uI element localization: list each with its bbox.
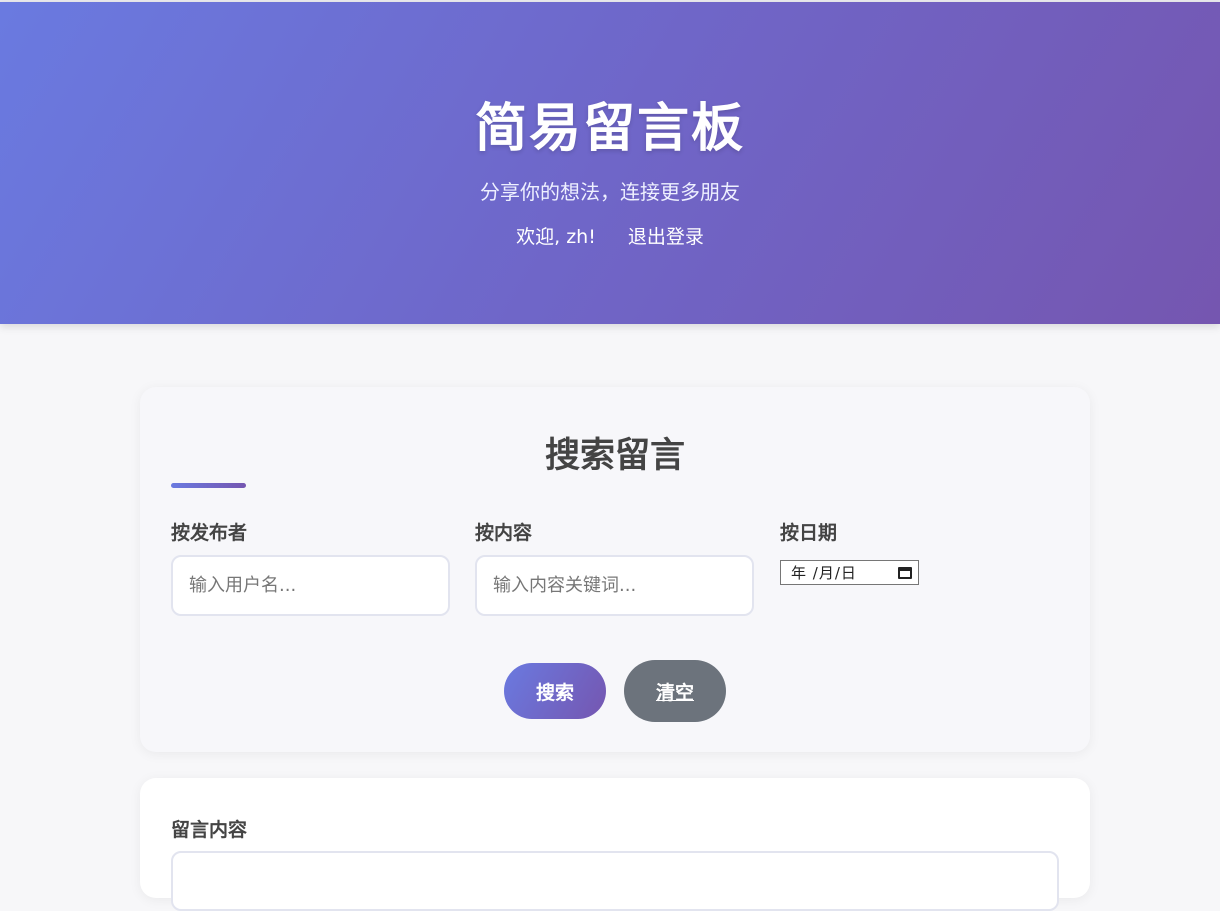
date-placeholder: 年 /月/日 (791, 564, 857, 582)
search-title: 搜索留言 (544, 436, 685, 476)
page-header: 简易留言板 分享你的想法，连接更多朋友 欢迎, zh! 退出登录 (0, 2, 1220, 324)
user-bar: 欢迎, zh! 退出登录 (0, 222, 1220, 249)
site-subtitle: 分享你的想法，连接更多朋友 (480, 180, 740, 204)
date-label: 按日期 (780, 522, 838, 544)
author-label: 按发布者 (171, 522, 248, 544)
title-underline (171, 483, 246, 488)
message-content-label: 留言内容 (171, 819, 248, 841)
author-search-input[interactable] (171, 555, 450, 616)
message-content-textarea[interactable] (171, 851, 1059, 911)
content-search-input[interactable] (475, 555, 754, 616)
clear-button[interactable]: 清空 (624, 660, 726, 722)
search-card: 搜索留言 按发布者 按内容 按日期 年 /月/日 搜索 清空 (140, 387, 1090, 752)
message-form-card: 留言内容 (140, 778, 1090, 911)
date-picker-input[interactable]: 年 /月/日 (780, 560, 919, 585)
search-button[interactable]: 搜索 (504, 663, 606, 719)
content-label: 按内容 (475, 522, 533, 544)
calendar-icon[interactable] (898, 566, 912, 579)
site-title: 简易留言板 (474, 99, 745, 159)
logout-link[interactable]: 退出登录 (628, 226, 704, 248)
welcome-text: 欢迎, zh! (516, 226, 596, 248)
